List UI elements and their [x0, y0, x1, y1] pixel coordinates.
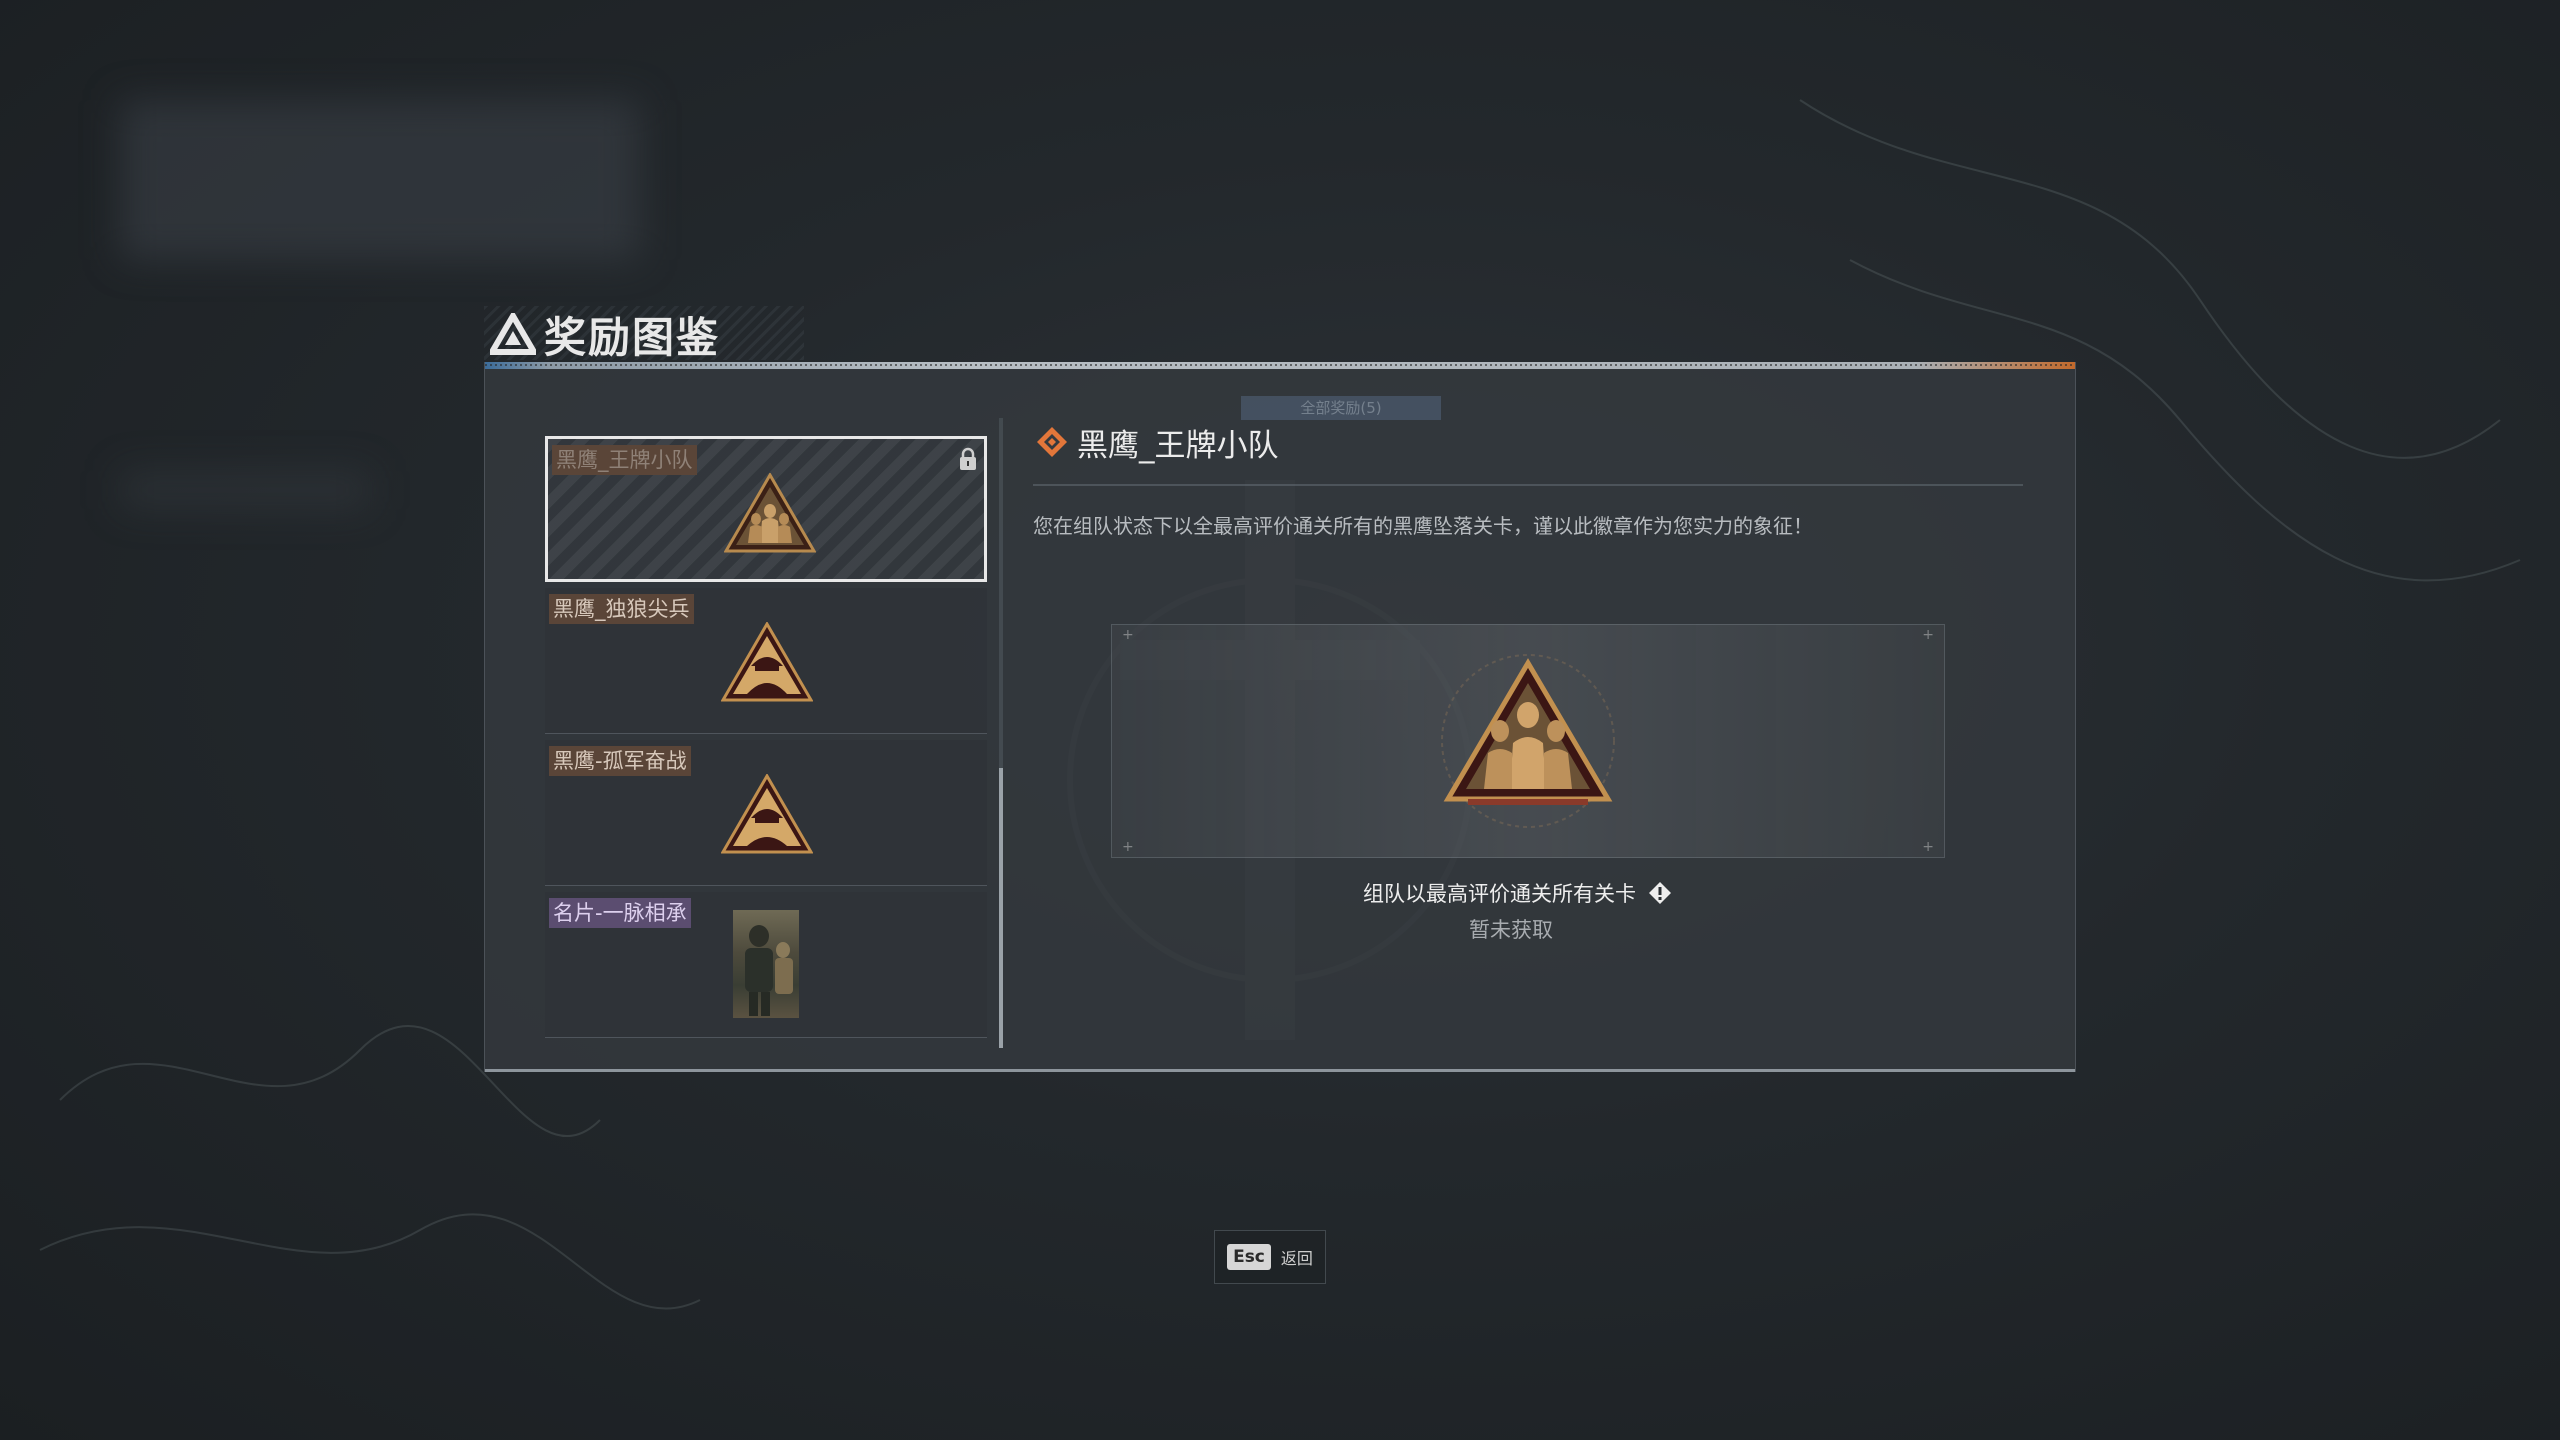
soldier-figure-icon	[745, 925, 793, 1016]
lock-icon	[960, 447, 976, 470]
esc-back-button[interactable]: Esc 返回	[1214, 1230, 1326, 1284]
reward-list-item[interactable]: 名片-一脉相承	[545, 892, 987, 1038]
team-badge-large-icon	[1441, 654, 1615, 828]
solo-fight-badge-icon	[721, 774, 813, 854]
item-divider	[545, 1037, 987, 1038]
page-title: 奖励图鉴	[544, 312, 721, 362]
detail-description: 您在组队状态下以全最高评价通关所有的黑鹰坠落关卡，谨以此徽章作为您实力的象征！	[1033, 514, 1813, 538]
reward-tag: 黑鹰_王牌小队	[552, 445, 697, 475]
item-divider	[545, 733, 987, 734]
condition-text: 组队以最高评价通关所有关卡	[1363, 882, 1636, 906]
reward-tag: 黑鹰-孤军奋战	[549, 746, 691, 776]
detail-header: 黑鹰_王牌小队	[1035, 422, 1279, 464]
reward-list-item[interactable]: 黑鹰-孤军奋战	[545, 740, 987, 886]
reward-list-item-selected[interactable]: 黑鹰_王牌小队	[545, 436, 987, 582]
reward-tag: 名片-一脉相承	[549, 898, 691, 928]
item-divider	[545, 885, 987, 886]
corner-mark: +	[1122, 627, 1134, 643]
unlock-status: 暂未获取	[1469, 918, 1553, 942]
reward-catalog-panel: 全部奖励(5) 黑鹰_王牌小队 黑鹰_独狼尖兵 黑鹰-孤军奋战 名片-一脉相承 …	[484, 362, 2076, 1072]
corner-mark: +	[1922, 839, 1934, 855]
diamond-hint-icon[interactable]	[1648, 881, 1672, 905]
lone-soldier-badge-icon	[721, 622, 813, 702]
detail-title: 黑鹰_王牌小队	[1077, 427, 1279, 464]
page-header: 奖励图鉴	[484, 306, 804, 362]
reward-tag: 黑鹰_独狼尖兵	[549, 594, 694, 624]
corner-mark: +	[1922, 627, 1934, 643]
panel-bottom-line	[485, 1069, 2075, 1072]
corner-mark: +	[1122, 839, 1134, 855]
ghost-tab: 全部奖励(5)	[1241, 396, 1441, 420]
detail-divider	[1033, 484, 2023, 486]
list-scrollbar-thumb[interactable]	[999, 768, 1003, 1048]
reward-list-item[interactable]: 黑鹰_独狼尖兵	[545, 588, 987, 734]
triangle-logo-icon	[490, 313, 536, 355]
back-label: 返回	[1280, 1249, 1313, 1268]
diamond-rank-icon	[1037, 427, 1067, 457]
badge-showcase: + + + +	[1111, 624, 1945, 858]
reward-list: 黑鹰_王牌小队 黑鹰_独狼尖兵 黑鹰-孤军奋战 名片-一脉相承	[545, 436, 987, 1046]
team-badge-icon	[724, 473, 816, 553]
esc-key-icon: Esc	[1227, 1244, 1271, 1270]
soldier-portrait-card	[733, 910, 799, 1018]
unlock-condition: 组队以最高评价通关所有关卡	[1363, 878, 1672, 908]
panel-top-bar	[485, 362, 2075, 369]
